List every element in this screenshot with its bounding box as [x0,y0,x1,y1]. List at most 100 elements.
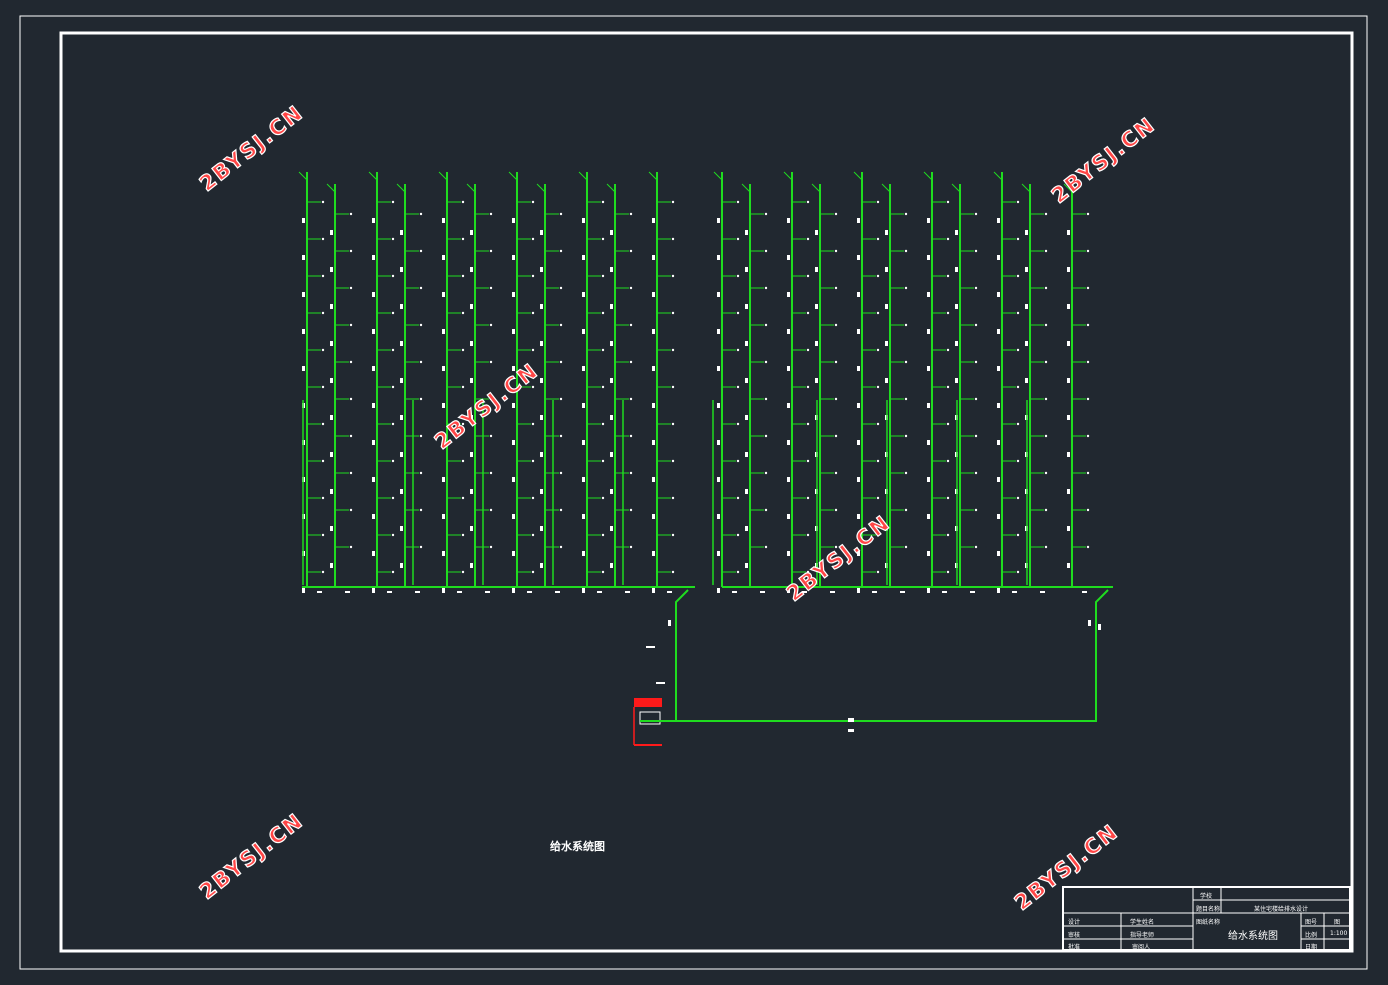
fixture-node [531,274,535,278]
fixture-node [736,533,740,537]
fixture-node [764,286,768,290]
label-box [857,255,860,260]
label-box [717,588,720,593]
fixture-node [974,249,978,253]
label-box [582,514,585,519]
label-box [470,489,473,494]
label-box [787,329,790,334]
label-box [652,588,655,593]
label-box [815,230,818,235]
fixture-node [391,570,395,574]
tb-topic-label: 题目名称 [1196,906,1221,913]
label-box [745,563,748,568]
fixture-node [391,496,395,500]
fixture-node [671,533,675,537]
label-box [302,218,305,223]
riser-vent [741,183,751,193]
fixture-node [629,323,633,327]
label-box [732,591,737,593]
fixture-node [461,348,465,352]
label-box [997,440,1000,445]
fixture-node [559,212,563,216]
fixture-node [764,434,768,438]
fixture-node [601,533,605,537]
label-box [470,304,473,309]
fixture-node [531,496,535,500]
fixture-node [629,434,633,438]
label-box [330,230,333,235]
label-box [646,646,655,648]
riser-vent [993,171,1003,181]
label-box [302,588,305,593]
fixture-node [629,360,633,364]
fixture-node [834,508,838,512]
label-box [582,329,585,334]
label-box [1025,378,1028,383]
fixture-node [876,274,880,278]
label-box [1012,591,1017,593]
fixture-node [974,545,978,549]
fixture-node [489,323,493,327]
label-box [457,591,462,593]
label-box [372,366,375,371]
fixture-node [764,360,768,364]
fixture-node [349,545,353,549]
fixture-node [876,422,880,426]
label-box [955,267,958,272]
fixture-node [489,471,493,475]
label-box [372,292,375,297]
fixture-node [1016,533,1020,537]
label-box [442,403,445,408]
riser-vent [648,171,658,181]
label-box [582,403,585,408]
fixture-node [419,545,423,549]
label-box [302,329,305,334]
fixture-node [834,286,838,290]
fixture-node [349,212,353,216]
fixture-node [1044,212,1048,216]
fixture-node [974,508,978,512]
label-box [745,415,748,420]
fixture-node [559,323,563,327]
fixture-node [349,508,353,512]
label-box [652,255,655,260]
label-box [1040,591,1045,593]
fixture-node [461,459,465,463]
tb-scale-value: 1:100 [1330,930,1348,937]
fixture-node [629,397,633,401]
fixture-node [531,570,535,574]
tb-date-label: 日期 [1305,944,1318,951]
label-box [997,292,1000,297]
fixture-node [876,311,880,315]
label-box [652,292,655,297]
label-box [652,514,655,519]
label-box [815,304,818,309]
label-box [470,378,473,383]
fixture-node [946,533,950,537]
label-box [610,526,613,531]
fixture-node [806,385,810,389]
label-box [540,489,543,494]
fixture-node [806,237,810,241]
tb-scale-label: 比例 [1305,932,1318,939]
label-box [372,403,375,408]
label-box [540,304,543,309]
label-box [400,452,403,457]
fixture-node [321,533,325,537]
label-box [610,489,613,494]
fixture-node [531,533,535,537]
label-box [372,255,375,260]
fixture-node [601,200,605,204]
label-box [610,452,613,457]
fixture-node [489,434,493,438]
fixture-node [764,212,768,216]
label-box [885,341,888,346]
riser-vent [713,171,723,181]
fixture-node [671,348,675,352]
riser-vent [326,183,336,193]
fixture-node [974,360,978,364]
fixture-node [806,348,810,352]
fixture-node [1016,385,1020,389]
label-box [582,477,585,482]
label-box [745,341,748,346]
